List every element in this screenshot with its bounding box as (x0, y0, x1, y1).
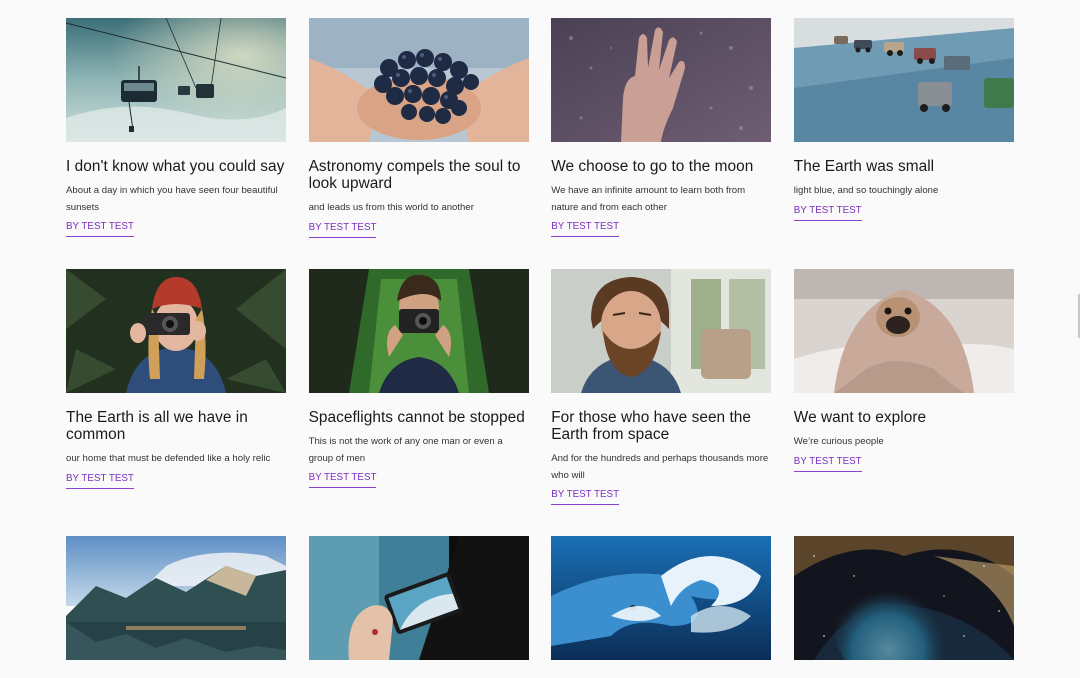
post-title[interactable]: The Earth is all we have in common (66, 409, 286, 443)
post-image[interactable] (551, 536, 772, 660)
post-title[interactable]: We want to explore (794, 409, 1014, 426)
post-card (793, 536, 1014, 660)
post-author-link[interactable]: BY TEST TEST (551, 220, 620, 237)
post-excerpt: This is not the work of any one man or e… (308, 436, 503, 464)
post-title[interactable]: We choose to go to the moon (551, 158, 771, 175)
post-image[interactable] (308, 269, 529, 393)
post-image[interactable] (793, 536, 1014, 660)
post-image[interactable] (793, 18, 1014, 142)
post-excerpt: We have an infinite amount to learn both… (551, 185, 746, 213)
post-author-link[interactable]: BY TEST TEST (66, 472, 134, 489)
post-image[interactable] (66, 536, 286, 660)
post-excerpt: light blue, and so touchingly alone (793, 185, 939, 196)
post-card (551, 536, 772, 660)
post-card: The Earth is all we have in common our h… (66, 269, 286, 536)
post-image[interactable] (551, 18, 772, 142)
post-author-link[interactable]: BY TEST TEST (793, 455, 862, 472)
post-card: For those who have seen the Earth from s… (551, 269, 772, 536)
post-excerpt: About a day in which you have seen four … (66, 185, 278, 213)
post-grid: I don't know what you could say About a … (66, 18, 1014, 660)
post-image[interactable] (551, 269, 772, 393)
post-card: Spaceflights cannot be stopped This is n… (308, 269, 529, 536)
post-card: We choose to go to the moon We have an i… (551, 18, 772, 269)
post-image[interactable] (308, 536, 529, 660)
post-card: Astronomy compels the soul to look upwar… (308, 18, 529, 269)
post-title[interactable]: For those who have seen the Earth from s… (551, 409, 771, 443)
post-author-link[interactable]: BY TEST TEST (66, 220, 134, 237)
post-card (308, 536, 529, 660)
post-title[interactable]: Spaceflights cannot be stopped (309, 409, 529, 426)
post-excerpt: our home that must be defended like a ho… (66, 453, 271, 464)
post-title[interactable]: The Earth was small (794, 158, 1014, 175)
post-image[interactable] (66, 18, 286, 142)
post-image[interactable] (66, 269, 286, 393)
post-title[interactable]: Astronomy compels the soul to look upwar… (309, 158, 529, 192)
post-author-link[interactable]: BY TEST TEST (308, 221, 377, 238)
post-author-link[interactable]: BY TEST TEST (551, 488, 620, 505)
post-excerpt: We’re curious people (793, 436, 884, 447)
post-image[interactable] (793, 269, 1014, 393)
post-card: The Earth was small light blue, and so t… (793, 18, 1014, 269)
post-excerpt: and leads us from this world to another (308, 202, 474, 213)
blog-page: I don't know what you could say About a … (0, 0, 1080, 678)
post-author-link[interactable]: BY TEST TEST (793, 204, 862, 221)
post-image[interactable] (308, 18, 529, 142)
post-card: We want to explore We’re curious people … (793, 269, 1014, 536)
post-card (66, 536, 286, 660)
post-excerpt: And for the hundreds and perhaps thousan… (551, 453, 769, 481)
post-title[interactable]: I don't know what you could say (66, 158, 286, 175)
post-card: I don't know what you could say About a … (66, 18, 286, 269)
post-author-link[interactable]: BY TEST TEST (308, 471, 377, 488)
